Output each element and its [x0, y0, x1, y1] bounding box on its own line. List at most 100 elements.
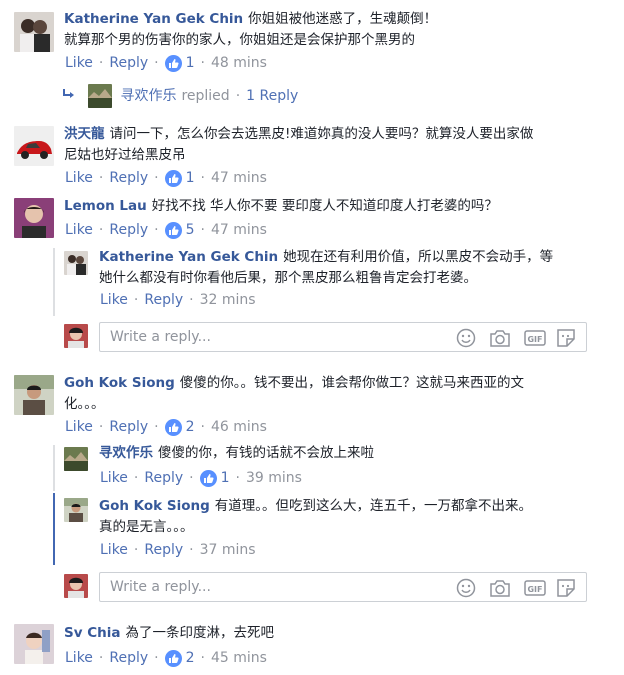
comment-author[interactable]: Katherine Yan Gek Chin — [64, 11, 243, 27]
separator: · — [154, 170, 159, 186]
like-count[interactable]: 2 — [186, 648, 195, 668]
gif-icon[interactable]: GIF — [524, 578, 546, 602]
sticker-icon[interactable] — [556, 578, 576, 602]
avatar — [64, 324, 88, 348]
comment-author[interactable]: Goh Kok Siong — [99, 498, 210, 514]
timestamp[interactable]: 46 mins — [211, 417, 267, 437]
separator: · — [98, 55, 104, 71]
comment-author[interactable]: Katherine Yan Gek Chin — [99, 249, 278, 265]
comment-author[interactable]: 洪天龍 — [64, 126, 105, 142]
comment-actions: Like · Reply · 2 · 45 mins — [65, 648, 267, 668]
emoji-icon[interactable] — [456, 328, 476, 352]
timestamp[interactable]: 32 mins — [200, 290, 256, 310]
separator: · — [98, 650, 104, 666]
reply-link[interactable]: Reply — [109, 168, 148, 188]
avatar[interactable] — [14, 375, 54, 415]
reply-link[interactable]: Reply — [144, 540, 183, 560]
reply-link[interactable]: Reply — [109, 417, 148, 437]
like-link[interactable]: Like — [65, 417, 93, 437]
replier-name[interactable]: 寻欢作乐 — [120, 88, 176, 104]
separator: · — [189, 542, 194, 558]
separator: · — [189, 292, 194, 308]
like-badge-icon — [164, 418, 182, 436]
comment-body: Katherine Yan Gek Chin 你姐姐被他迷惑了，生魂颠倒！ 就算那… — [64, 9, 437, 51]
like-link[interactable]: Like — [65, 53, 93, 73]
avatar[interactable] — [14, 12, 54, 52]
timestamp[interactable]: 47 mins — [211, 168, 267, 188]
like-count[interactable]: 1 — [221, 468, 230, 488]
comment-author[interactable]: Goh Kok Siong — [64, 375, 175, 391]
comment-body: Sv Chia 為了一条印度淋，去死吧 — [64, 623, 274, 644]
comment-text: 好找不找 华人你不要 要印度人不知道印度人打老婆的吗？ — [151, 198, 498, 214]
separator: · — [200, 419, 205, 435]
like-count[interactable]: 2 — [186, 417, 195, 437]
portrait-photo-icon — [14, 375, 54, 415]
reply-link[interactable]: Reply — [109, 220, 148, 240]
separator: · — [133, 292, 139, 308]
avatar[interactable] — [14, 198, 54, 238]
timestamp[interactable]: 37 mins — [200, 540, 256, 560]
replies-summary[interactable]: 寻欢作乐 replied · 1 Reply — [62, 84, 298, 108]
reply-box[interactable]: GIF — [99, 322, 587, 352]
separator: · — [154, 222, 159, 238]
comment-actions: Like · Reply · 1 · 48 mins — [65, 53, 267, 73]
gif-icon[interactable]: GIF — [524, 328, 546, 352]
avatar[interactable] — [64, 251, 88, 275]
like-link[interactable]: Like — [100, 540, 128, 560]
like-link[interactable]: Like — [65, 220, 93, 240]
reply-input[interactable] — [108, 328, 412, 346]
camera-icon[interactable] — [489, 578, 511, 602]
comment-author[interactable]: Sv Chia — [64, 625, 120, 641]
comment-text: 傻傻的你，有钱的话就不会放上来啦 — [158, 445, 374, 461]
comment-text: 尼姑也好过给黑皮吊 — [64, 147, 186, 163]
emoji-icon[interactable] — [456, 578, 476, 602]
comment-text: 她什么都没有时你看他后果，那个黑皮那么粗鲁肯定会打老婆。 — [99, 270, 477, 286]
separator: · — [200, 170, 205, 186]
thread-line — [53, 248, 55, 316]
comment-text: 请问一下，怎么你会去选黑皮!难道妳真的没人要吗？就算没人要出家做 — [109, 126, 534, 142]
reply-body: 寻欢作乐 傻傻的你，有钱的话就不会放上来啦 — [99, 443, 374, 464]
like-link[interactable]: Like — [65, 168, 93, 188]
comment-body: 洪天龍 请问一下，怎么你会去选黑皮!难道妳真的没人要吗？就算没人要出家做 尼姑也好… — [64, 124, 533, 166]
like-count[interactable]: 5 — [186, 220, 195, 240]
separator: · — [133, 542, 139, 558]
comment-body: Lemon Lau 好找不找 华人你不要 要印度人不知道印度人打老婆的吗？ — [64, 196, 498, 217]
avatar[interactable] — [64, 447, 88, 471]
couple-photo-icon — [14, 12, 54, 52]
timestamp[interactable]: 39 mins — [246, 468, 302, 488]
sticker-icon[interactable] — [556, 328, 576, 352]
reply-count[interactable]: 1 Reply — [246, 88, 298, 104]
comment-author[interactable]: 寻欢作乐 — [99, 445, 153, 461]
timestamp[interactable]: 45 mins — [211, 648, 267, 668]
reply-body: Katherine Yan Gek Chin 她现在还有利用价值，所以黑皮不会动手… — [99, 247, 553, 289]
avatar[interactable] — [14, 126, 54, 166]
like-link[interactable]: Like — [100, 290, 128, 310]
separator: · — [154, 55, 159, 71]
reply-link[interactable]: Reply — [109, 648, 148, 668]
like-link[interactable]: Like — [65, 648, 93, 668]
timestamp[interactable]: 47 mins — [211, 220, 267, 240]
reply-link[interactable]: Reply — [109, 53, 148, 73]
reply-box-tools: GIF — [456, 328, 575, 348]
landscape-photo-icon — [88, 84, 113, 108]
reply-link[interactable]: Reply — [144, 290, 183, 310]
timestamp[interactable]: 48 mins — [211, 53, 267, 73]
comment-author[interactable]: Lemon Lau — [64, 198, 147, 214]
like-link[interactable]: Like — [100, 468, 128, 488]
camera-icon[interactable] — [489, 328, 511, 352]
separator: · — [133, 470, 139, 486]
reply-box-tools: GIF — [456, 578, 575, 598]
reply-link[interactable]: Reply — [144, 468, 183, 488]
reply-box[interactable]: GIF — [99, 572, 587, 602]
reply-actions: Like · Reply · 37 mins — [100, 540, 256, 560]
reply-input[interactable] — [108, 578, 412, 596]
like-count[interactable]: 1 — [186, 168, 195, 188]
separator: · — [98, 170, 104, 186]
avatar[interactable] — [64, 498, 88, 522]
avatar — [88, 84, 113, 108]
avatar[interactable] — [14, 624, 54, 664]
reply-arrow-icon — [62, 86, 78, 106]
like-count[interactable]: 1 — [186, 53, 195, 73]
separator: · — [189, 470, 194, 486]
svg-text:GIF: GIF — [527, 585, 542, 594]
